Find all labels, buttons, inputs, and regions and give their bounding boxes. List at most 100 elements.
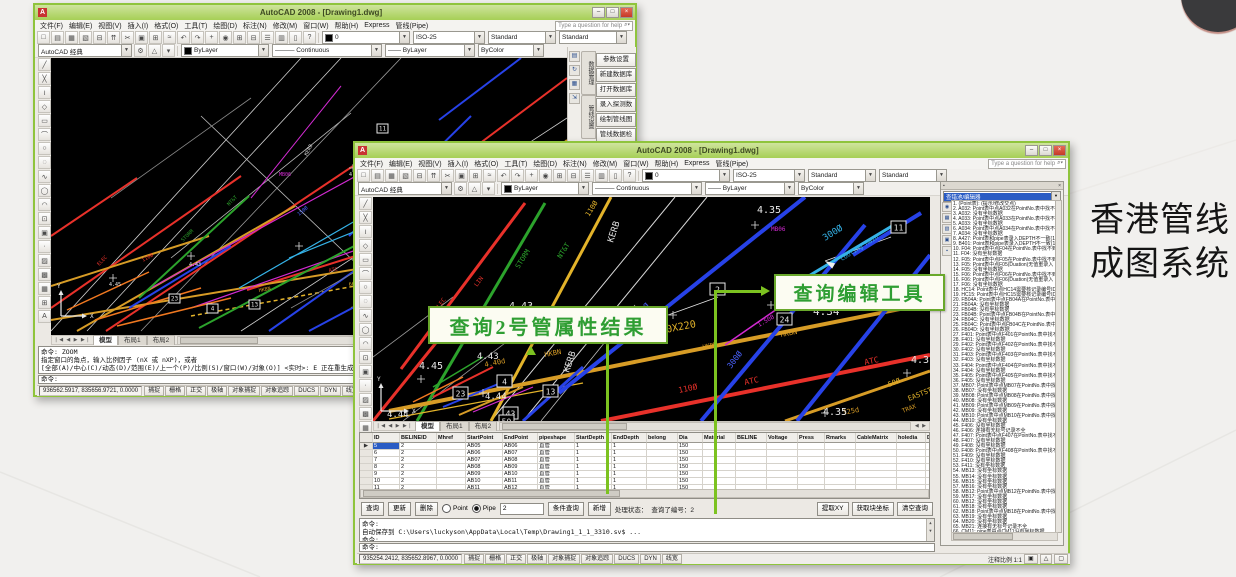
polygon-icon[interactable]: ◇ bbox=[359, 239, 372, 252]
toggle-捕捉[interactable]: 捕捉 bbox=[144, 386, 164, 396]
clear-query-button[interactable]: 清空查询 bbox=[897, 502, 933, 516]
dim-style-combo[interactable]: ISO-25▼ bbox=[733, 169, 805, 182]
region-icon[interactable]: ▦ bbox=[38, 282, 51, 295]
extract-xy-button[interactable]: 提取XY bbox=[817, 502, 849, 516]
make-block-icon[interactable]: ▣ bbox=[359, 365, 372, 378]
tool-palettes-icon[interactable]: ▯ bbox=[609, 169, 622, 182]
menu-编辑(E)[interactable]: 编辑(E) bbox=[66, 21, 95, 31]
lineweight-combo[interactable]: —— ByLayer▼ bbox=[705, 182, 795, 195]
menu-帮助(H)[interactable]: 帮助(H) bbox=[332, 21, 362, 31]
insert-block-icon[interactable]: ⊡ bbox=[359, 351, 372, 364]
ellipse-icon[interactable]: ◯ bbox=[38, 184, 51, 197]
title-bar[interactable]: A AutoCAD 2008 - [Drawing1.dwg] – □ × bbox=[35, 5, 635, 21]
table-row[interactable]: 72AB07AB08直管11150 bbox=[360, 457, 929, 464]
rectangle-icon[interactable]: ▭ bbox=[359, 253, 372, 266]
revision-cloud-icon[interactable]: ◌ bbox=[359, 295, 372, 308]
maximize-button[interactable]: □ bbox=[606, 7, 619, 18]
panel-button-参数设置[interactable]: 参数设置 bbox=[596, 53, 636, 67]
menu-修改(M)[interactable]: 修改(M) bbox=[590, 159, 621, 169]
export-icon[interactable]: ⇲ bbox=[569, 93, 580, 104]
redo-icon[interactable]: ↷ bbox=[511, 169, 524, 182]
publish-icon[interactable]: ⇈ bbox=[107, 31, 120, 44]
panel-tab-pipe[interactable]: 管线设置 bbox=[581, 95, 596, 139]
hatch-icon[interactable]: ▨ bbox=[38, 254, 51, 267]
layer-combo[interactable]: 0▼ bbox=[642, 169, 730, 182]
refresh-icon[interactable]: ↻ bbox=[569, 65, 580, 76]
palette-close-icon[interactable]: × bbox=[1058, 183, 1061, 189]
palette-grip-icon[interactable]: ▪ bbox=[943, 183, 945, 189]
menu-文件(F)[interactable]: 文件(F) bbox=[37, 21, 66, 31]
help-icon[interactable]: ? bbox=[623, 169, 636, 182]
properties-icon[interactable]: ☰ bbox=[581, 169, 594, 182]
table-icon[interactable]: ⊞ bbox=[38, 296, 51, 309]
ellipse-icon[interactable]: ◯ bbox=[359, 323, 372, 336]
panel-button-绘制管线图[interactable]: 绘制管线图 bbox=[596, 113, 636, 127]
table-row[interactable]: 62AB06AB07直管11150 bbox=[360, 450, 929, 457]
construction-line-icon[interactable]: ╳ bbox=[359, 211, 372, 224]
cut-icon[interactable]: ✂ bbox=[121, 31, 134, 44]
ellipse-arc-icon[interactable]: ◠ bbox=[359, 337, 372, 350]
add-new-button[interactable]: 新增 bbox=[588, 502, 611, 516]
pipe-radio-dot[interactable] bbox=[472, 504, 481, 513]
pan-icon[interactable]: + bbox=[205, 31, 218, 44]
line-icon[interactable]: ╱ bbox=[359, 197, 372, 210]
minimize-button[interactable]: – bbox=[592, 7, 605, 18]
dim-style-combo[interactable]: ISO-25▼ bbox=[413, 31, 485, 44]
arc-icon[interactable]: ⌒ bbox=[38, 128, 51, 141]
title-bar[interactable]: A AutoCAD 2008 - [Drawing1.dwg] – □ × bbox=[355, 143, 1068, 159]
database-icon[interactable]: ▤ bbox=[569, 51, 580, 62]
layout-tab-模型[interactable]: 模型 bbox=[415, 421, 440, 431]
circle-icon[interactable]: ○ bbox=[359, 281, 372, 294]
new-icon[interactable]: □ bbox=[37, 31, 50, 44]
open-icon[interactable]: ▤ bbox=[51, 31, 64, 44]
zoom-previous-icon[interactable]: ⊟ bbox=[247, 31, 260, 44]
plot-icon[interactable]: ▧ bbox=[79, 31, 92, 44]
toolbar-options-icon[interactable]: ▾ bbox=[162, 44, 175, 57]
design-center-icon[interactable]: ▥ bbox=[595, 169, 608, 182]
workspace-combo[interactable]: AutoCAD 经典▼ bbox=[38, 44, 132, 57]
search-icon[interactable]: ⌕▾ bbox=[624, 22, 630, 29]
query-button[interactable]: 查询 bbox=[361, 502, 384, 516]
menu-管线(Pipe)[interactable]: 管线(Pipe) bbox=[713, 159, 752, 169]
zoom-window-icon[interactable]: ⊞ bbox=[233, 31, 246, 44]
menu-工具(T)[interactable]: 工具(T) bbox=[181, 21, 210, 31]
minimize-button[interactable]: – bbox=[1025, 145, 1038, 156]
menu-编辑(E)[interactable]: 编辑(E) bbox=[386, 159, 415, 169]
table-row[interactable]: 82AB08AB09直管11150 bbox=[360, 464, 929, 471]
gradient-icon[interactable]: ▩ bbox=[38, 268, 51, 281]
properties-icon[interactable]: ☰ bbox=[261, 31, 274, 44]
toggle-正交[interactable]: 正交 bbox=[186, 386, 206, 396]
command-input[interactable]: 命令: bbox=[359, 543, 935, 552]
menu-标注(N)[interactable]: 标注(N) bbox=[560, 159, 590, 169]
menu-插入(I)[interactable]: 插入(I) bbox=[125, 21, 152, 31]
polyline-icon[interactable]: ≀ bbox=[38, 86, 51, 99]
toggle-DYN[interactable]: DYN bbox=[320, 386, 341, 396]
plot-style-combo[interactable]: ByColor▼ bbox=[798, 182, 864, 195]
get-block-coord-button[interactable]: 获取块坐标 bbox=[852, 502, 895, 516]
workspace-combo[interactable]: AutoCAD 经典▼ bbox=[358, 182, 452, 195]
command-history[interactable]: 命令:自动保存到 C:\Users\luckyson\AppData\Local… bbox=[359, 518, 935, 542]
toggle-栅格[interactable]: 栅格 bbox=[485, 554, 505, 564]
tab-nav-arrows[interactable]: ❘◀ ◀ ▶ ▶❘ bbox=[374, 423, 415, 429]
panel-button-管线数据检查[interactable]: 管线数据检查 bbox=[596, 128, 636, 142]
publish-icon[interactable]: ⇈ bbox=[427, 169, 440, 182]
multiline-text-icon[interactable]: A bbox=[38, 310, 51, 323]
condition-query-button[interactable]: 条件查询 bbox=[548, 502, 584, 516]
undo-icon[interactable]: ↶ bbox=[497, 169, 510, 182]
toggle-栅格[interactable]: 栅格 bbox=[165, 386, 185, 396]
close-button[interactable]: × bbox=[620, 7, 633, 18]
error-list-hscrollbar[interactable] bbox=[951, 532, 1058, 541]
polygon-icon[interactable]: ◇ bbox=[38, 100, 51, 113]
menu-视图(V)[interactable]: 视图(V) bbox=[415, 159, 444, 169]
design-center-icon[interactable]: ▥ bbox=[275, 31, 288, 44]
arc-icon[interactable]: ⌒ bbox=[359, 267, 372, 280]
workspace-settings-icon[interactable]: ⚙ bbox=[134, 44, 147, 57]
toggle-对象捕捉[interactable]: 对象捕捉 bbox=[548, 554, 580, 564]
toggle-DUCS[interactable]: DUCS bbox=[294, 386, 319, 396]
annotation-scale[interactable]: 注释比例 1:1 bbox=[988, 555, 1022, 564]
menu-插入(I)[interactable]: 插入(I) bbox=[445, 159, 472, 169]
toggle-DUCS[interactable]: DUCS bbox=[614, 554, 639, 564]
search-icon[interactable]: ⌕▾ bbox=[1057, 160, 1063, 167]
ellipse-arc-icon[interactable]: ◠ bbox=[38, 198, 51, 211]
pan-icon[interactable]: + bbox=[525, 169, 538, 182]
